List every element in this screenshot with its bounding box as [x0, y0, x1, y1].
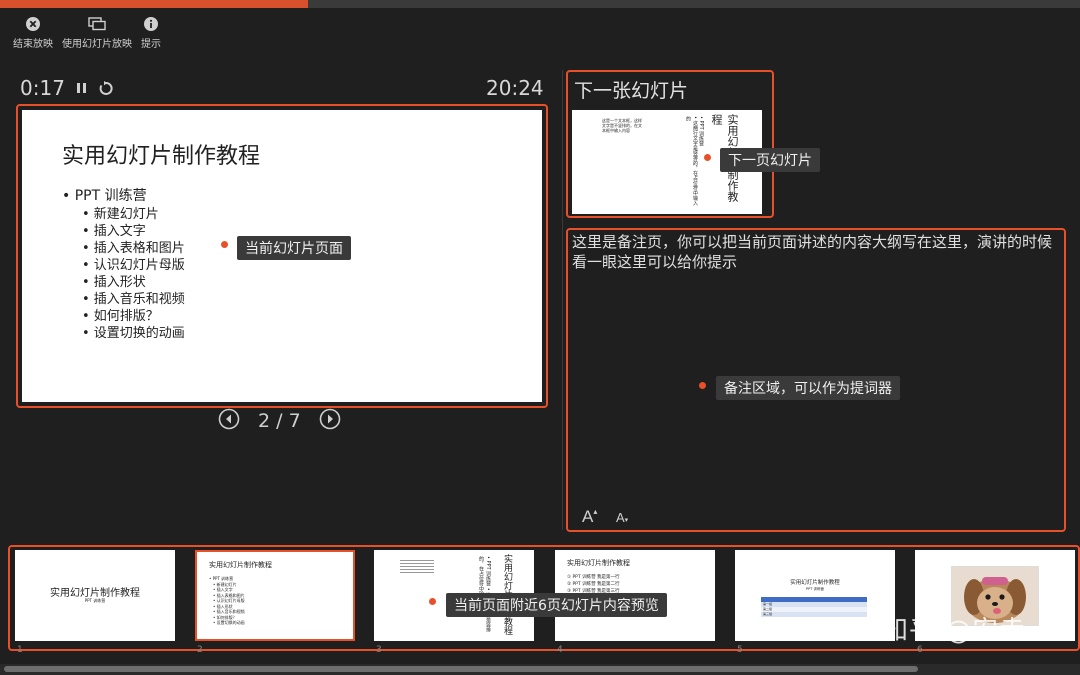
pause-icon[interactable]: [75, 80, 89, 100]
bullet-item: • 新建幻灯片: [82, 207, 159, 222]
thumbnail-lines: • PPT 训练营 • 新建幻灯片 • 插入文字 • 插入表格和图片 • 认识幻…: [209, 576, 245, 626]
slideshow-window-icon: [88, 16, 106, 32]
bullet-item: • 插入表格和图片: [82, 241, 185, 256]
thumbnail-number: 2: [197, 645, 203, 655]
next-slide-heading: 下一张幻灯片: [574, 80, 689, 102]
use-slideshow-button[interactable]: 使用幻灯片放映: [62, 16, 132, 50]
thumbnail-table: 第一组 第二组 第三组: [761, 597, 867, 617]
previous-slide-icon[interactable]: [218, 408, 240, 434]
current-slide-callout: 当前幻灯片页面: [237, 236, 351, 260]
thumbnail-lines: ① PPT 训练营 我是第一行 ② PPT 训练营 我是第二行 ③ PPT 训练…: [567, 574, 620, 595]
close-circle-icon: [26, 16, 40, 32]
thumbnail-line: ① PPT 训练营 我是第一行: [567, 575, 620, 580]
callout-dot: [221, 241, 228, 248]
thumbnail-slide-1[interactable]: 实用幻灯片制作教程 PPT 训练营: [15, 550, 175, 641]
thumbnail-subtitle: PPT 训练营: [84, 598, 106, 603]
thumbnail-textbox: [400, 558, 434, 574]
next-slide-vertical-line1: • PPT 训练营: [698, 116, 704, 147]
next-slide-callout: 下一页幻灯片: [720, 148, 820, 172]
bullet-item: • 如何排版？: [82, 309, 159, 324]
notes-callout: 备注区域，可以作为提词器: [716, 376, 900, 400]
thumbnail-line: ② PPT 训练营 我是第二行: [567, 582, 620, 587]
thumbnail-line: • 设置切换的动画: [213, 620, 245, 625]
slideshow-progress-fill: [0, 0, 308, 8]
thumbnail-line: • 插入音乐和视频: [213, 609, 245, 614]
bullet-item: • 插入文字: [82, 224, 146, 239]
tips-button[interactable]: 提示: [141, 16, 161, 50]
thumbnail-line: • 认识幻灯片母版: [213, 598, 245, 603]
use-slideshow-label: 使用幻灯片放映: [62, 39, 132, 50]
decrease-font-label: A: [616, 510, 625, 525]
current-slide-title: 实用幻灯片制作教程: [62, 144, 261, 169]
thumbnail-slide-2[interactable]: 实用幻灯片制作教程 • PPT 训练营 • 新建幻灯片 • 插入文字 • 插入表…: [195, 550, 355, 641]
end-show-label: 结束放映: [13, 39, 53, 50]
callout-dot: [704, 154, 711, 161]
info-icon: [144, 16, 158, 32]
decrease-font-icon: ▾: [624, 517, 629, 524]
clock-time: 20:24: [486, 76, 544, 100]
watermark: 知乎 @安垚: [882, 616, 1027, 646]
thumbnail-number: 4: [557, 645, 563, 655]
end-show-button[interactable]: 结束放映: [13, 16, 53, 50]
callout-dot: [429, 598, 436, 605]
reset-timer-icon[interactable]: [98, 80, 114, 100]
bullet-item: • 插入音乐和视频: [82, 292, 185, 307]
slide-navigation: 2 / 7: [218, 408, 341, 434]
increase-font-icon: ▴: [593, 507, 598, 516]
bullet-item: • 认识幻灯片母版: [82, 258, 185, 273]
bullet-main: • PPT 训练营: [62, 188, 147, 204]
increase-font-button[interactable]: A▴: [582, 507, 597, 527]
thumbnail-title: 实用幻灯片制作教程: [567, 559, 630, 567]
thumbnail-title: 实用幻灯片制作教程: [790, 580, 840, 586]
thumbnails-callout: 当前页面附近6页幻灯片内容预览: [446, 593, 667, 617]
table-row: 第三组: [761, 612, 867, 617]
thumbnail-title: 实用幻灯片制作教程: [50, 588, 140, 599]
elapsed-timer: 0:17: [20, 76, 65, 100]
thumbnail-number: 1: [17, 645, 23, 655]
next-slide-vertical-line2: • 这两行文字是竖排的，在占位符中输入的: [685, 116, 698, 206]
thumbnail-title: 实用幻灯片制作教程: [209, 561, 272, 569]
callout-dot: [699, 382, 706, 389]
current-slide-bullets: • PPT 训练营 • 新建幻灯片 • 插入文字 • 插入表格和图片 • 认识幻…: [62, 188, 185, 342]
thumbnail-subtitle: PPT 训练营: [806, 587, 824, 591]
tips-label: 提示: [141, 39, 161, 50]
thumbnail-number: 5: [737, 645, 743, 655]
pane-divider[interactable]: [562, 70, 563, 530]
thumbnail-number: 3: [376, 645, 382, 655]
increase-font-label: A: [582, 507, 594, 526]
bullet-item: • 设置切换的动画: [82, 326, 185, 341]
bullet-item: • 插入形状: [82, 275, 146, 290]
next-slide-small-text: 这是一个文本框，这样文字是不竖排的，在文本框中输入内容: [602, 118, 642, 133]
decrease-font-button[interactable]: A▾: [616, 510, 628, 525]
speaker-notes[interactable]: 这里是备注页，你可以把当前页面讲述的内容大纲写在这里，演讲的时候看一眼这里可以给…: [572, 232, 1060, 272]
thumbnail-slide-5[interactable]: 实用幻灯片制作教程 PPT 训练营 第一组 第二组 第三组: [735, 550, 895, 641]
next-slide-icon[interactable]: [319, 408, 341, 434]
thumbnail-scrollbar-thumb[interactable]: [4, 666, 918, 672]
slide-counter: 2 / 7: [258, 410, 301, 432]
